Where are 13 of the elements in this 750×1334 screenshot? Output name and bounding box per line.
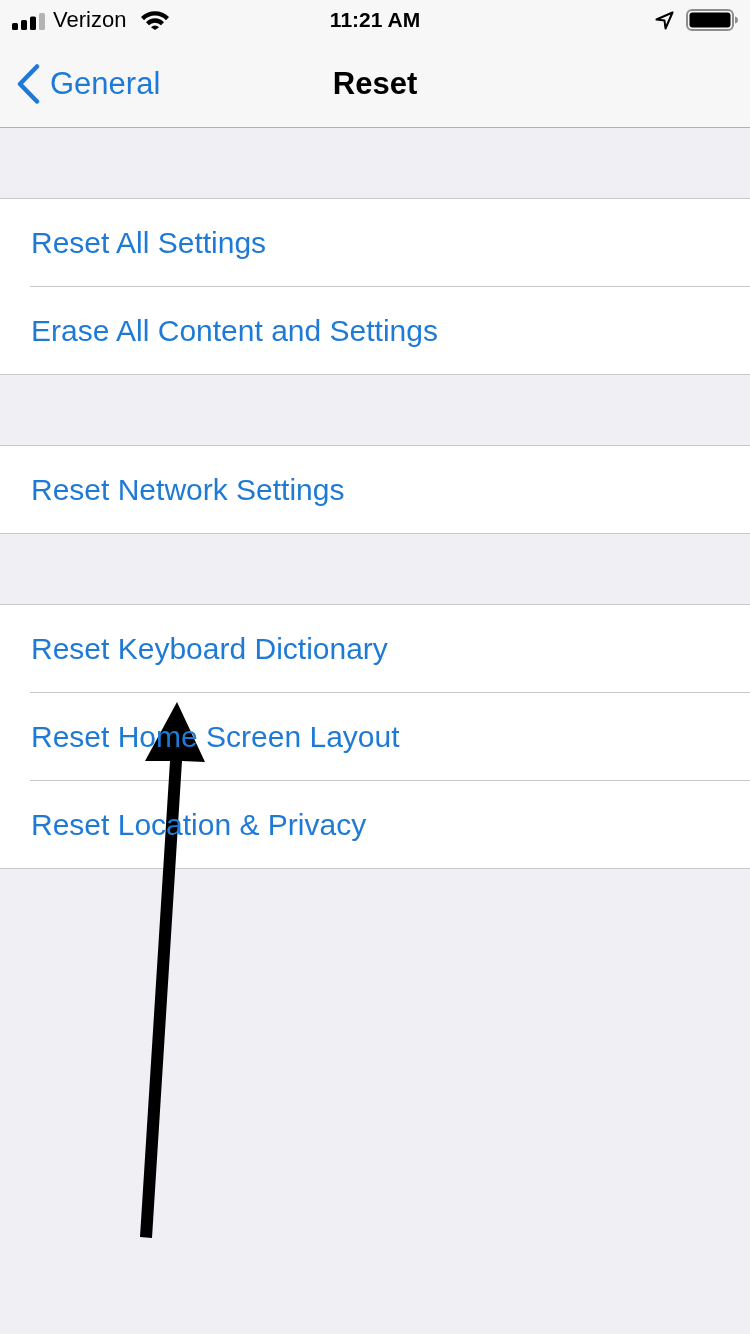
battery-icon [686,9,738,31]
reset-option[interactable]: Reset Network Settings [0,446,750,533]
reset-option[interactable]: Reset Keyboard Dictionary [0,605,750,692]
back-button[interactable]: General [0,63,161,104]
carrier-name: Verizon [53,7,127,33]
signal-icon [12,12,46,30]
location-arrow-icon [655,10,674,30]
wifi-icon [141,10,170,30]
status-time: 11:21 AM [329,7,421,33]
reset-option[interactable]: Erase All Content and Settings [0,287,750,374]
reset-option[interactable]: Reset All Settings [0,199,750,286]
chevron-left-icon [16,63,40,104]
page-title: Reset [332,64,418,103]
